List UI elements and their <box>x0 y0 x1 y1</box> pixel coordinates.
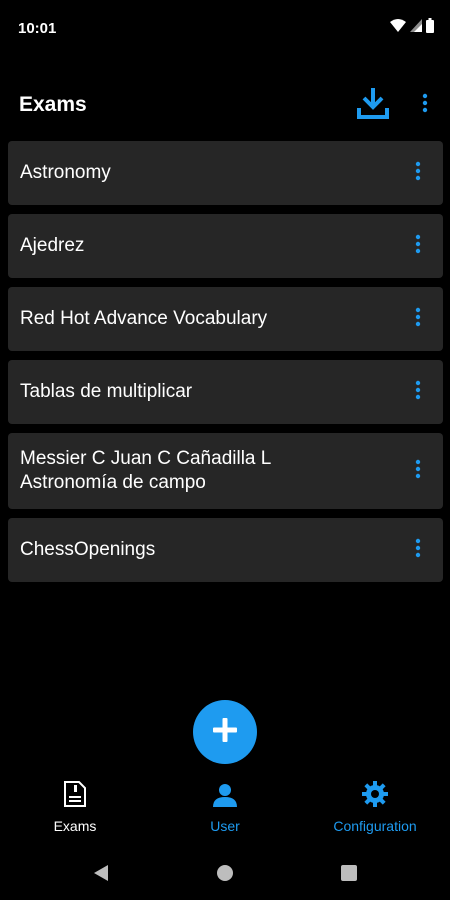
exam-title: ChessOpenings <box>20 539 156 560</box>
gear-icon <box>362 781 388 812</box>
app-bar-more-button[interactable] <box>412 88 438 122</box>
exam-list: Astronomy Ajedrez Red Hot Advance Vocabu… <box>8 141 443 591</box>
signal-icon <box>410 19 422 37</box>
exam-card-astronomy[interactable]: Astronomy <box>8 141 443 205</box>
nav-item-user[interactable]: User <box>150 782 300 842</box>
nav-label: Exams <box>53 818 97 834</box>
system-nav-bar <box>0 850 450 900</box>
recents-icon <box>340 864 358 887</box>
exam-card-more-button[interactable] <box>405 231 431 261</box>
exam-card-more-button[interactable] <box>405 158 431 188</box>
add-exam-fab[interactable] <box>193 700 257 764</box>
exam-document-icon <box>64 781 86 812</box>
home-icon <box>216 864 234 887</box>
page-title: Exams <box>19 93 87 116</box>
exam-card-messier[interactable]: Messier C Juan C Cañadilla L Astronomía … <box>8 433 443 509</box>
status-icons <box>390 18 434 38</box>
system-home-button[interactable] <box>212 862 238 888</box>
exam-card-more-button[interactable] <box>405 535 431 565</box>
nav-item-configuration[interactable]: Configuration <box>300 781 450 842</box>
nav-item-exams[interactable]: Exams <box>0 781 150 842</box>
exam-card-more-button[interactable] <box>405 304 431 334</box>
download-icon <box>357 86 389 125</box>
system-recents-button[interactable] <box>336 862 362 888</box>
exam-title: Ajedrez <box>20 235 85 256</box>
exam-card-more-button[interactable] <box>405 377 431 407</box>
app-bar: Exams <box>0 80 450 130</box>
plus-icon <box>211 716 239 749</box>
exam-title: Red Hot Advance Vocabulary <box>20 308 268 329</box>
more-vert-icon <box>415 307 421 332</box>
nav-label: User <box>210 818 240 834</box>
battery-icon <box>426 18 434 38</box>
wifi-icon <box>390 19 406 37</box>
exam-card-tablas-de-multiplicar[interactable]: Tablas de multiplicar <box>8 360 443 424</box>
more-vert-icon <box>415 380 421 405</box>
nav-label: Configuration <box>333 818 417 834</box>
status-time: 10:01 <box>18 20 57 37</box>
exam-title: Tablas de multiplicar <box>20 381 193 402</box>
exam-card-ajedrez[interactable]: Ajedrez <box>8 214 443 278</box>
more-vert-icon <box>415 234 421 259</box>
exam-title: Messier C Juan C Cañadilla L Astronomía … <box>20 448 272 493</box>
more-vert-icon <box>415 459 421 484</box>
back-icon <box>92 864 110 887</box>
more-vert-icon <box>422 93 428 118</box>
bottom-nav: Exams User Configuration <box>0 781 450 842</box>
status-bar: 10:01 <box>0 0 450 58</box>
user-icon <box>212 783 238 812</box>
exam-card-more-button[interactable] <box>405 456 431 486</box>
exam-card-red-hot-advance-vocabulary[interactable]: Red Hot Advance Vocabulary <box>8 287 443 351</box>
system-back-button[interactable] <box>88 862 114 888</box>
download-button[interactable] <box>354 86 392 124</box>
more-vert-icon <box>415 161 421 186</box>
exam-card-chessopenings[interactable]: ChessOpenings <box>8 518 443 582</box>
exam-title: Astronomy <box>20 162 111 183</box>
more-vert-icon <box>415 538 421 563</box>
